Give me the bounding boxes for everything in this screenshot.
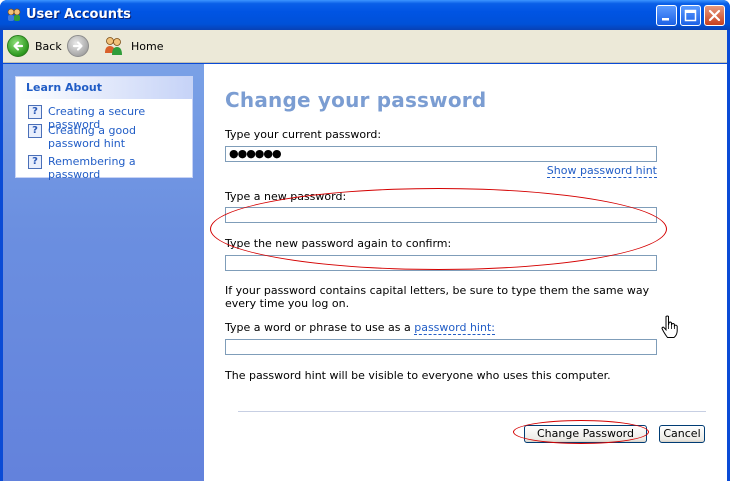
back-label: Back: [35, 39, 62, 53]
home-users-icon: [105, 37, 122, 55]
new-password-field[interactable]: [225, 207, 657, 223]
hand-pointer-icon: [661, 315, 678, 338]
title-bar[interactable]: User Accounts: [0, 0, 730, 30]
sidebar-item-label[interactable]: Creating a good password hint: [48, 124, 183, 150]
hint-visibility-note: The password hint will be visible to eve…: [225, 369, 611, 382]
close-button[interactable]: [704, 5, 725, 26]
learn-about-panel: Learn About ? Creating a secure password…: [15, 76, 193, 181]
show-password-hint-link[interactable]: Show password hint: [546, 165, 657, 178]
page-title: Change your password: [225, 88, 487, 112]
help-question-icon: ?: [28, 105, 42, 119]
help-question-icon: ?: [28, 124, 42, 138]
maximize-button[interactable]: [680, 5, 701, 26]
navigation-toolbar: Back Home: [3, 30, 727, 63]
change-password-button[interactable]: Change Password: [524, 425, 647, 443]
learn-about-heading: Learn About: [16, 77, 192, 99]
window-title: User Accounts: [26, 7, 131, 22]
close-icon: [708, 9, 721, 22]
client-area: Learn About ? Creating a secure password…: [3, 64, 727, 481]
current-password-label: Type your current password:: [225, 128, 382, 141]
task-pane: Learn About ? Creating a secure password…: [3, 64, 204, 481]
confirm-password-label: Type the new password again to confirm:: [225, 237, 452, 250]
confirm-password-field[interactable]: [225, 255, 657, 271]
user-accounts-icon: [7, 8, 21, 21]
user-accounts-window: User Accounts Back Home Learn About ? Cr…: [0, 0, 730, 481]
back-arrow-icon: [7, 35, 29, 57]
maximize-icon: [684, 9, 697, 22]
current-password-field[interactable]: ●●●●●●: [225, 146, 657, 162]
password-hint-label-text: Type a word or phrase to use as a: [225, 321, 415, 334]
capital-letters-note: If your password contains capital letter…: [225, 284, 650, 310]
minimize-button[interactable]: [656, 5, 677, 26]
button-separator: [238, 411, 706, 412]
cancel-button[interactable]: Cancel: [659, 425, 705, 443]
back-button[interactable]: Back: [7, 34, 62, 58]
forward-arrow-icon: [67, 35, 89, 57]
main-content: Change your password Type your current p…: [204, 64, 727, 481]
home-button[interactable]: Home: [103, 34, 163, 58]
sidebar-item-label[interactable]: Remembering a password: [48, 155, 188, 181]
minimize-icon: [662, 18, 669, 21]
password-hint-label: Type a word or phrase to use as a passwo…: [225, 321, 495, 335]
new-password-label: Type a new password:: [225, 190, 347, 203]
forward-button[interactable]: [67, 34, 89, 58]
password-hint-field[interactable]: [225, 339, 657, 355]
home-label: Home: [131, 39, 164, 53]
help-question-icon: ?: [28, 155, 42, 169]
password-hint-link[interactable]: password hint:: [414, 321, 495, 335]
